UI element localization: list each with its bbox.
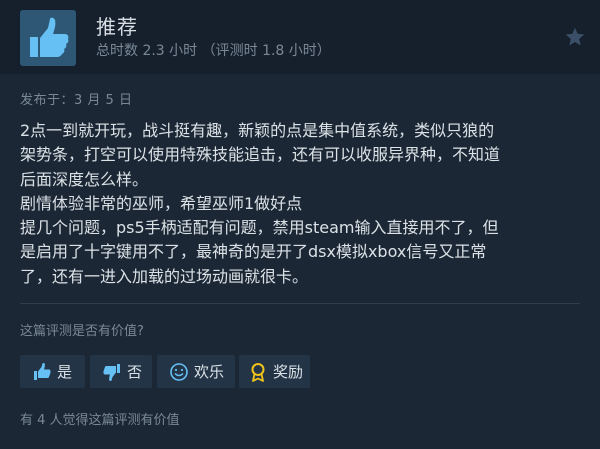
vote-yes-label: 是 [57, 363, 73, 381]
recommend-badge [20, 10, 76, 66]
vote-no-button[interactable]: 否 [90, 355, 152, 388]
review-line: 提几个问题，ps5手柄适配有问题，禁用steam输入直接用不了，但 [20, 218, 499, 238]
thumbs-up-icon [32, 362, 52, 382]
review-line: 了，还有一进入加载的过场动画就很卡。 [20, 266, 309, 286]
review-line: 后面深度怎么样。 [20, 169, 149, 189]
vote-no-label: 否 [127, 363, 143, 381]
helpful-count: 有 4 人觉得这篇评测有价值 [20, 413, 180, 428]
vote-funny-label: 欢乐 [194, 363, 225, 381]
review-line: 剧情体验非常的巫师，希望巫师1做好点 [20, 193, 303, 213]
review-header: 推荐 总时数 2.3 小时 （评测时 1.8 小时） [0, 0, 600, 74]
helpful-question: 这篇评测是否有价值? [20, 324, 144, 339]
review-title[interactable]: 推荐 [96, 11, 138, 40]
review-line: 2点一到就开玩，战斗挺有趣，新颖的点是集中值系统，类似只狼的 [20, 121, 495, 140]
review-line: 架势条，打空可以使用特殊技能追击，还有可以收服异界种，不知道 [20, 145, 501, 165]
review-text: 2点一到就开玩，战斗挺有趣，新颖的点是集中值系统，类似只狼的 架势条，打空可以使… [20, 119, 590, 289]
thumbs-up-icon [30, 17, 69, 57]
playtime-text: 总时数 2.3 小时 （评测时 1.8 小时） [96, 43, 331, 59]
award-button[interactable]: 奖励 [239, 355, 310, 388]
posted-date: 发布于：3 月 5 日 [20, 93, 133, 108]
vote-yes-button[interactable]: 是 [20, 355, 85, 388]
star-icon[interactable] [564, 26, 586, 48]
smiley-icon [169, 362, 189, 382]
award-label: 奖励 [273, 363, 304, 381]
review-line: 是启用了十字键用不了，最神奇的是开了dsx模拟xbox信号又正常 [20, 242, 487, 262]
thumbs-down-icon [102, 362, 122, 382]
divider [20, 303, 580, 304]
vote-funny-button[interactable]: 欢乐 [157, 355, 235, 388]
award-icon [248, 362, 268, 382]
